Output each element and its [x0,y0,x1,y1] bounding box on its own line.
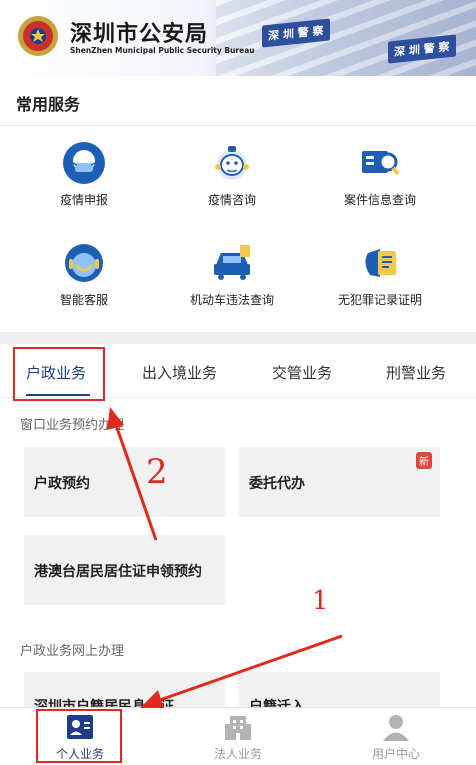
window-section-title: 窗口业务预约办理 [20,418,125,433]
nav-label: 法人业务 [213,747,262,761]
service-label: 无犯罪记录证明 [337,293,422,307]
service-label: 疫情申报 [59,193,108,207]
tab-criminal[interactable]: 刑警业务 [386,362,446,383]
police-emblem-icon [18,16,58,56]
service-label: 智能客服 [59,293,108,307]
app-subtitle: ShenZhen Municipal Public Security Burea… [70,46,255,55]
card-label: 港澳台居民居住证申领预约 [34,564,202,580]
service-epidemic-report[interactable]: 疫情申报 [14,141,154,208]
vehicle-icon [214,245,250,280]
service-label: 机动车违法查询 [189,293,274,307]
robot-agent-icon [65,244,103,282]
service-smart-support[interactable]: 智能客服 [14,241,154,308]
online-section-title: 户政业务网上办理 [20,644,125,659]
service-no-crime-certificate[interactable]: 无犯罪记录证明 [310,241,450,308]
services-grid: 疫情申报 疫情咨询 案件信息查询 智能客服 机动车违法查询 无犯罪记录证明 [0,127,476,332]
annotation-box-tab [13,347,105,401]
mascot-icon [215,146,249,180]
card-residence-permit[interactable]: 港澳台居民居住证申领预约 [24,535,225,605]
header-banner: 深圳市公安局 ShenZhen Municipal Public Securit… [0,0,476,76]
service-vehicle-violation[interactable]: 机动车违法查询 [162,241,302,308]
annotation-number-1: 1 [312,586,329,616]
nav-label: 用户中心 [371,747,420,761]
new-badge: 新 [416,452,432,469]
card-label: 户政预约 [34,476,90,492]
section-divider [0,332,476,344]
service-epidemic-consult[interactable]: 疫情咨询 [162,141,302,208]
tab-traffic[interactable]: 交管业务 [272,362,332,383]
certificate-icon [365,249,396,277]
service-label: 疫情咨询 [207,193,256,207]
nav-user-center[interactable]: 用户中心 [346,712,446,762]
card-entrusted-agent[interactable]: 委托代办 新 [239,447,440,517]
common-services-header: 常用服务 [0,76,476,126]
nav-corporate-business[interactable]: 法人业务 [188,712,288,762]
card-household-appointment[interactable]: 户政预约 [24,447,225,517]
annotation-box-nav [36,709,122,763]
service-case-query[interactable]: 案件信息查询 [310,141,450,208]
section-title: 常用服务 [16,95,81,114]
tab-entry-exit[interactable]: 出入境业务 [142,362,217,383]
user-icon [383,715,409,741]
case-search-icon [362,151,400,176]
service-label: 案件信息查询 [343,193,416,207]
card-label: 委托代办 [249,476,305,492]
building-icon [225,716,251,740]
app-title: 深圳市公安局 [70,22,209,47]
mask-face-icon [63,142,105,184]
annotation-number-2: 2 [146,452,168,492]
